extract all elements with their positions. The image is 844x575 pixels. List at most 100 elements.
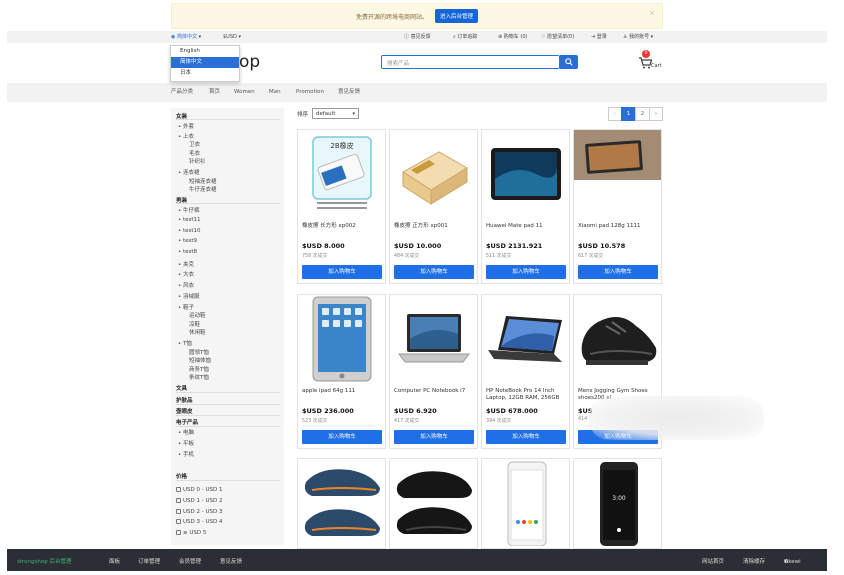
cart-link[interactable]: ⊕ 购物车 (0) [498, 31, 527, 43]
product-card[interactable]: HP NoteBook Pro 14 Inch Laptop, 12GB RAM… [481, 294, 570, 449]
category-item[interactable]: • T恤 [178, 339, 192, 347]
feedback-link[interactable]: ⓘ 意见反馈 [404, 31, 431, 43]
clear-cache-link[interactable]: 清除缓存 [743, 549, 765, 575]
category-electronics[interactable]: 电子产品 [176, 418, 198, 426]
product-card[interactable]: 3:00 [573, 458, 662, 549]
category-item[interactable]: • test11 [178, 217, 201, 223]
nav-women[interactable]: Women [234, 83, 255, 102]
sort-select[interactable]: default ▾ [312, 108, 359, 119]
subcategory-item[interactable]: 短袖体恤 [189, 356, 211, 364]
add-to-cart-button[interactable]: 加入购物车 [394, 265, 474, 279]
nav-category[interactable]: 产品分类 [171, 83, 193, 102]
language-option-chinese[interactable]: 简体中文 [171, 57, 239, 68]
category-item[interactable]: • 上衣 [178, 132, 194, 140]
language-option-japanese[interactable]: 日本 [171, 68, 239, 79]
category-item[interactable]: • test9 [178, 238, 197, 244]
category-item[interactable]: • 羽绒服 [178, 292, 200, 300]
nav-home[interactable]: 首页 [209, 83, 220, 102]
product-card[interactable] [297, 458, 386, 549]
price-filter-option[interactable]: USD 3 - USD 4 [176, 519, 222, 525]
admin-feedback-link[interactable]: 意见反馈 [220, 549, 242, 575]
category-skincare[interactable]: 护肤品 [176, 396, 193, 404]
product-card[interactable]: 橡皮擦 正方形 xp001 $USD 10.000 484 次成交 加入购物车 [389, 129, 478, 284]
phone-image[interactable]: 3:00 [574, 459, 661, 547]
site-logo[interactable]: op [239, 52, 260, 72]
add-to-cart-button[interactable]: 加入购物车 [394, 430, 474, 444]
subcategory-item[interactable]: 条纹T恤 [189, 373, 209, 381]
currency-switcher[interactable]: $USD ▾ [223, 31, 241, 43]
category-item[interactable]: • 手机 [178, 450, 194, 458]
admin-dashboard-link[interactable]: 面板 [109, 549, 120, 575]
category-bags[interactable]: 壶眼皮 [176, 407, 193, 415]
subcategory-item[interactable]: 圆领T恤 [189, 348, 209, 356]
shoe-image[interactable] [298, 459, 385, 547]
category-item[interactable]: • 鞋子 [178, 303, 194, 311]
product-name[interactable]: Xiaomi pad 128g 1111 [578, 223, 660, 230]
product-card[interactable]: Huawei Mate pad 11 $USD 2131.921 511 次成交… [481, 129, 570, 284]
order-query-link[interactable]: ⌕ 订单追踪 [453, 31, 477, 43]
product-name[interactable]: HP NoteBook Pro 14 Inch Laptop, 12GB RAM… [486, 388, 568, 401]
ipad-image[interactable] [298, 295, 385, 383]
product-card[interactable]: 2B橡皮 橡皮擦 长方形 xp002 $USD 8.000 758 次成交 加入… [297, 129, 386, 284]
search-input[interactable]: 搜索产品 [381, 55, 560, 69]
category-item[interactable]: • 平板 [178, 439, 194, 447]
pager-prev[interactable]: ‹ [608, 107, 622, 121]
add-to-cart-button[interactable]: 加入购物车 [302, 430, 382, 444]
subcategory-item[interactable]: 运动鞋 [189, 311, 206, 319]
shoe-image[interactable] [390, 459, 477, 547]
pager-page-1[interactable]: 1 [621, 107, 636, 121]
nav-man[interactable]: Man [269, 83, 281, 102]
product-card[interactable] [389, 458, 478, 549]
phone-image[interactable] [482, 459, 569, 547]
subcategory-item[interactable]: 凉鞋 [189, 320, 200, 328]
nav-feedback[interactable]: 意见反馈 [338, 83, 360, 102]
close-icon[interactable]: × [649, 9, 655, 17]
add-to-cart-button[interactable]: 加入购物车 [302, 265, 382, 279]
price-filter-option[interactable]: USD 0 - USD 1 [176, 487, 222, 493]
subcategory-item[interactable]: 卫衣 [189, 140, 200, 148]
add-to-cart-button[interactable]: 加入购物车 [486, 265, 566, 279]
product-name[interactable]: Computer PC Notebook i7 [394, 388, 476, 395]
tablet-image[interactable] [482, 130, 569, 218]
wishlist-link[interactable]: ♡ 愿望清单(0) [541, 31, 574, 43]
product-card[interactable]: Xiaomi pad 128g 1111 $USD 10.578 617 次成交… [573, 129, 662, 284]
search-button[interactable] [560, 55, 578, 69]
language-switcher[interactable]: ◉ 简体中文 ▾ [171, 31, 201, 43]
tablet-image[interactable] [574, 130, 661, 180]
category-item[interactable]: • 牛仔裤 [178, 206, 200, 214]
product-card[interactable] [481, 458, 570, 549]
product-name[interactable]: apple ipad 64g 111 [302, 388, 384, 395]
product-card[interactable]: apple ipad 64g 111 $USD 236.000 523 次成交 … [297, 294, 386, 449]
account-menu[interactable]: ♙ 我的账号 ▾ [623, 31, 653, 43]
laptop-image[interactable] [482, 295, 569, 383]
pager-next[interactable]: › [649, 107, 663, 121]
category-item[interactable]: • 电脑 [178, 428, 194, 436]
category-item[interactable]: • 风衣 [178, 281, 194, 289]
subcategory-item[interactable]: 商务T恤 [189, 365, 209, 373]
language-option-english[interactable]: English [171, 46, 239, 57]
product-name[interactable]: 橡皮擦 长方形 xp002 [302, 223, 384, 230]
site-home-link[interactable]: 网站首页 [702, 549, 724, 575]
category-item[interactable]: • 连衣裙 [178, 168, 200, 176]
login-link[interactable]: ⇥ 登录 [591, 31, 607, 43]
eraser-box-image[interactable] [390, 130, 477, 218]
subcategory-item[interactable]: 牛仔连衣裙 [189, 185, 217, 193]
price-filter-option[interactable]: USD 1 - USD 2 [176, 498, 222, 504]
admin-user-menu[interactable]: ♙ Dkewi ▾ [784, 549, 801, 575]
category-item[interactable]: • 夹克 [178, 260, 194, 268]
laptop-image[interactable] [390, 295, 477, 383]
category-item[interactable]: • 大衣 [178, 270, 194, 278]
subcategory-item[interactable]: 休闲鞋 [189, 328, 206, 336]
category-item[interactable]: • test8 [178, 249, 197, 255]
admin-orders-link[interactable]: 订单管理 [138, 549, 160, 575]
product-card[interactable]: Computer PC Notebook i7 $USD 6.920 417 次… [389, 294, 478, 449]
admin-brand-link[interactable]: strongshop 后台管理 [17, 549, 71, 575]
product-name[interactable]: 橡皮擦 正方形 xp001 [394, 223, 476, 230]
add-to-cart-button[interactable]: 加入购物车 [486, 430, 566, 444]
admin-entry-button[interactable]: 进入后台管理 [435, 9, 479, 23]
pager-page-2[interactable]: 2 [635, 107, 650, 121]
add-to-cart-button[interactable]: 加入购物车 [578, 265, 658, 279]
admin-members-link[interactable]: 会员管理 [179, 549, 201, 575]
eraser-image[interactable]: 2B橡皮 [298, 130, 385, 218]
category-stationery[interactable]: 文具 [176, 384, 187, 392]
